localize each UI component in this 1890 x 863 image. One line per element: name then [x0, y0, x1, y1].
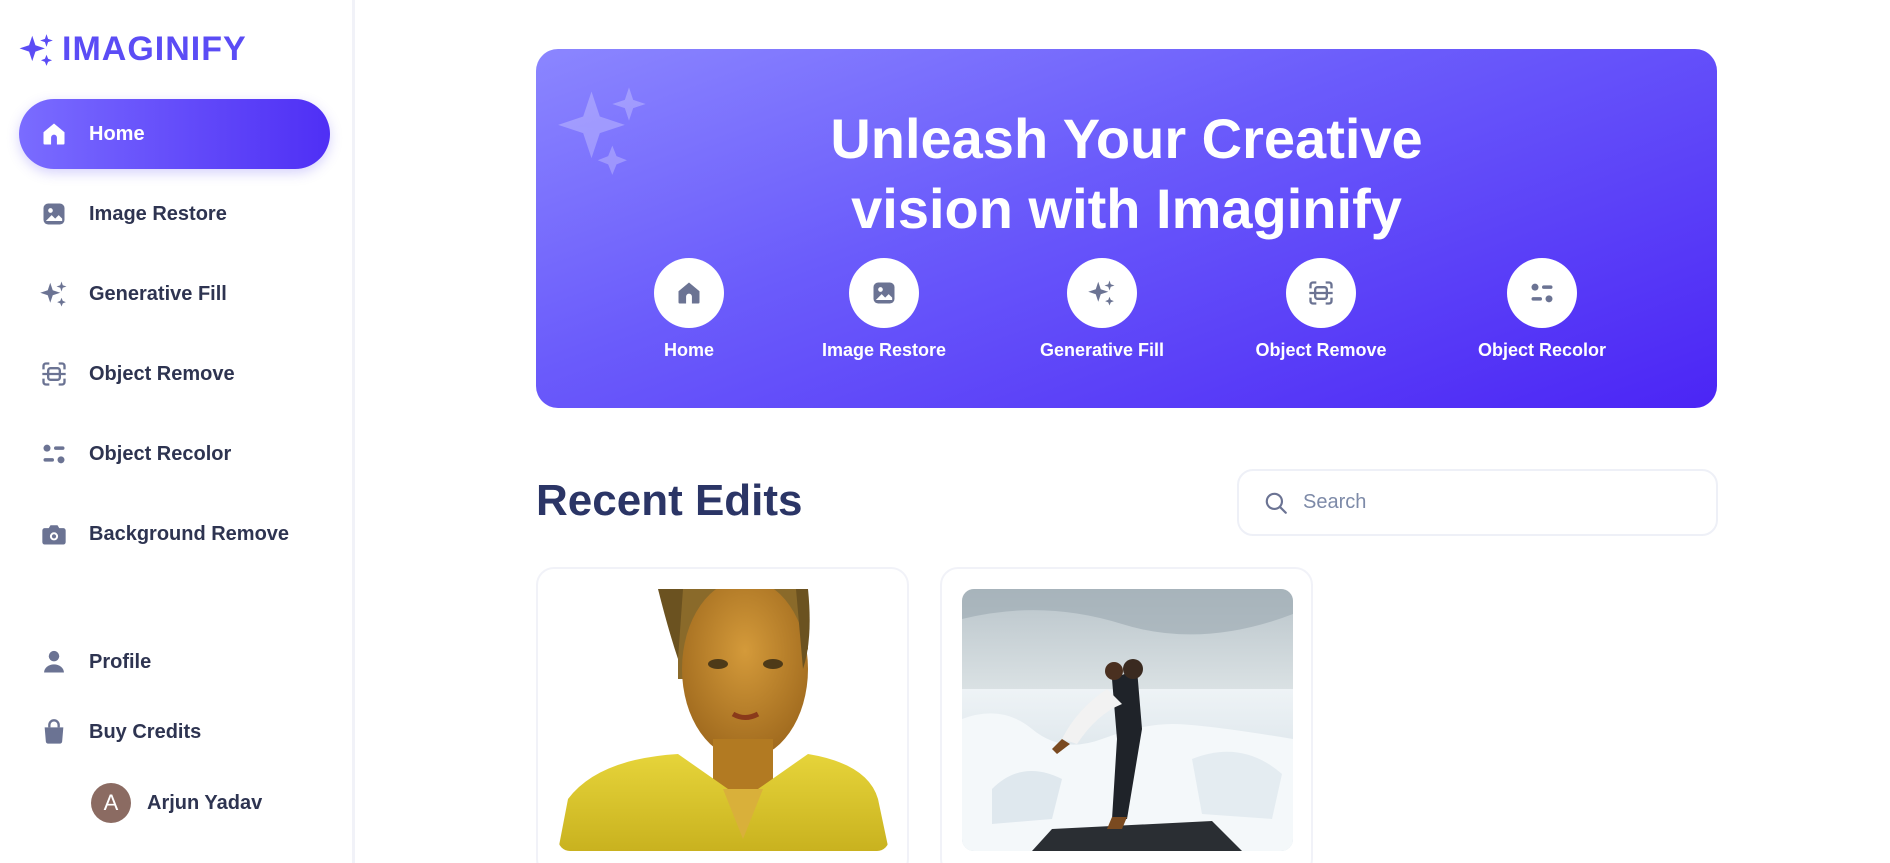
sidebar-item-profile[interactable]: Profile: [19, 627, 330, 697]
quick-link-label: Generative Fill: [1039, 340, 1165, 360]
sidebar-item-home[interactable]: Home: [19, 99, 330, 169]
banner-title-line1: Unleash Your Creative: [830, 107, 1423, 170]
sidebar-item-label: Object Remove: [89, 362, 235, 385]
home-icon: [39, 119, 69, 149]
logo-sparkle-icon: [19, 33, 53, 66]
sidebar-item-label: Background Remove: [89, 522, 290, 545]
sidebar-item-buy-credits[interactable]: Buy Credits: [19, 697, 330, 767]
quick-link-object-remove[interactable]: Object Remove: [1221, 258, 1421, 361]
search-icon: [1263, 490, 1289, 516]
sidebar-item-label: Buy Credits: [89, 720, 202, 743]
sidebar-item-generative-fill[interactable]: Generative Fill: [19, 259, 330, 329]
hero-banner: Unleash Your Creative vision with Imagin…: [536, 49, 1717, 408]
quick-link-label: Object Remove: [1255, 340, 1387, 360]
sidebar-item-image-restore[interactable]: Image Restore: [19, 179, 330, 249]
profile-icon: [39, 647, 69, 677]
quick-link-label: Home: [663, 340, 714, 360]
quick-links: Home Image Restore Generative Fill Objec…: [536, 258, 1717, 368]
quick-link-image-restore[interactable]: Image Restore: [784, 258, 984, 361]
recent-edits-title: Recent Edits: [536, 476, 803, 525]
recent-edit-card[interactable]: [536, 567, 909, 863]
user-menu[interactable]: A Arjun Yadav: [91, 783, 262, 823]
scan-icon: [1286, 258, 1356, 328]
image-icon: [39, 199, 69, 229]
banner-title-line2: vision with Imaginify: [851, 177, 1402, 240]
avatar[interactable]: A: [91, 783, 131, 823]
sidebar: IMAGINIFY Home Image Restore Generative …: [0, 0, 355, 863]
sidebar-item-label: Object Recolor: [89, 442, 232, 465]
sidebar-item-label: Image Restore: [89, 202, 227, 225]
banner-title: Unleash Your Creative vision with Imagin…: [536, 104, 1717, 244]
quick-link-object-recolor[interactable]: Object Recolor: [1442, 258, 1642, 361]
sidebar-item-label: Profile: [89, 650, 152, 673]
home-icon: [654, 258, 724, 328]
recent-edit-image: [558, 589, 889, 851]
sidebar-item-object-recolor[interactable]: Object Recolor: [19, 419, 330, 489]
camera-icon: [39, 519, 69, 549]
quick-link-label: Object Recolor: [1477, 340, 1607, 360]
search-box[interactable]: [1237, 469, 1718, 536]
scan-icon: [39, 359, 69, 389]
sparkles-icon: [1067, 258, 1137, 328]
recent-edit-card[interactable]: [940, 567, 1313, 863]
user-name: Arjun Yadav: [147, 791, 263, 814]
image-icon: [849, 258, 919, 328]
quick-link-label: Image Restore: [821, 340, 947, 360]
logo[interactable]: IMAGINIFY: [18, 30, 247, 69]
sidebar-item-object-remove[interactable]: Object Remove: [19, 339, 330, 409]
sidebar-item-label: Home: [89, 122, 145, 145]
quick-link-home[interactable]: Home: [589, 258, 789, 361]
sidebar-item-label: Generative Fill: [89, 282, 227, 305]
sidebar-bottom-nav: Profile Buy Credits: [19, 627, 330, 767]
filter-icon: [39, 439, 69, 469]
search-input[interactable]: [1303, 491, 1683, 514]
sidebar-item-background-remove[interactable]: Background Remove: [19, 499, 330, 569]
filter-icon: [1507, 258, 1577, 328]
quick-link-generative-fill[interactable]: Generative Fill: [1002, 258, 1202, 361]
sidebar-nav: Home Image Restore Generative Fill Objec…: [19, 99, 330, 579]
logo-text: IMAGINIFY: [62, 30, 247, 68]
sparkles-icon: [39, 279, 69, 309]
bag-icon: [39, 717, 69, 747]
recent-edit-image: [962, 589, 1293, 851]
